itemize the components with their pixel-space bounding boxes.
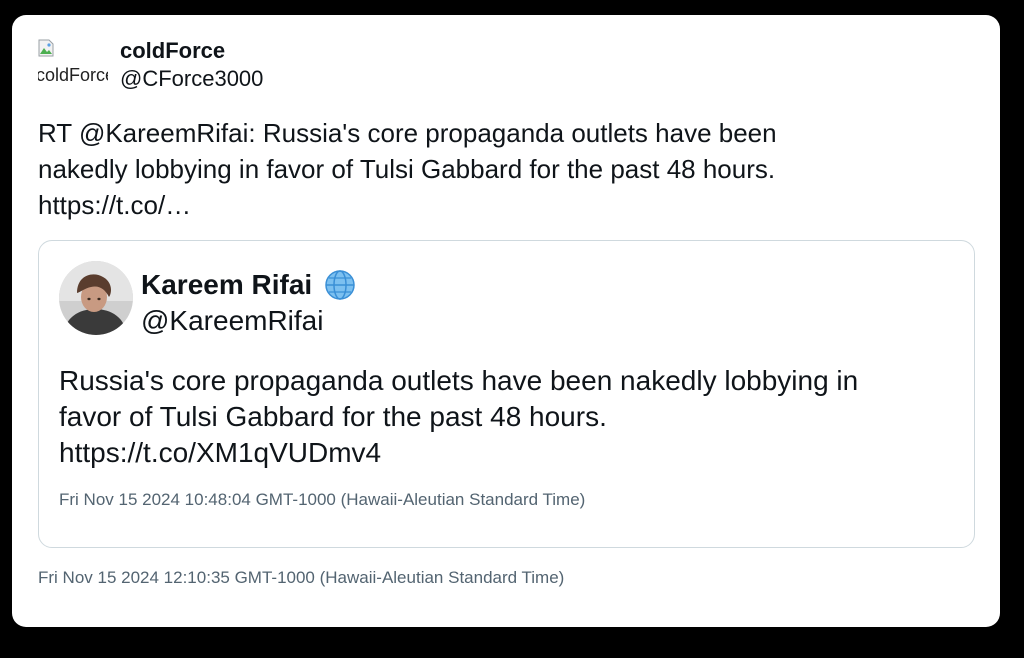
quoted-text: Russia's core propaganda outlets have be…	[59, 363, 959, 471]
tweet-text-line: RT @KareemRifai: Russia's core propagand…	[38, 118, 777, 148]
quoted-display-name[interactable]: Kareem Rifai	[141, 267, 312, 303]
quoted-tweet[interactable]: Kareem Rifai @KareemRifai Russia's core …	[38, 240, 975, 548]
avatar[interactable]: coldForce	[38, 39, 110, 87]
tweet-card: coldForce coldForce @CForce3000 RT @Kare…	[12, 15, 1000, 627]
tweet-text-line: nakedly lobbying in favor of Tulsi Gabba…	[38, 154, 776, 184]
quoted-display-name-row: Kareem Rifai	[141, 267, 356, 303]
quoted-timestamp[interactable]: Fri Nov 15 2024 10:48:04 GMT-1000 (Hawai…	[59, 489, 585, 511]
quoted-link[interactable]: https://t.co/XM1qVUDmv4	[59, 435, 959, 471]
author-names: coldForce @CForce3000	[120, 37, 263, 93]
quoted-handle[interactable]: @KareemRifai	[141, 303, 356, 339]
tweet-timestamp[interactable]: Fri Nov 15 2024 12:10:35 GMT-1000 (Hawai…	[38, 567, 564, 589]
tweet-link[interactable]: https://t.co/…	[38, 187, 968, 223]
author-display-name[interactable]: coldForce	[120, 37, 263, 65]
broken-image-icon	[38, 39, 54, 57]
quoted-text-line: favor of Tulsi Gabbard for the past 48 h…	[59, 401, 607, 432]
globe-icon	[325, 270, 355, 300]
author-handle[interactable]: @CForce3000	[120, 65, 263, 93]
avatar-alt-text: coldForce	[38, 65, 108, 85]
quoted-text-line: Russia's core propaganda outlets have be…	[59, 365, 859, 396]
tweet-text: RT @KareemRifai: Russia's core propagand…	[38, 115, 968, 223]
quoted-author-names: Kareem Rifai @KareemRifai	[141, 267, 356, 339]
quoted-avatar[interactable]	[59, 261, 133, 335]
person-photo-icon	[59, 261, 133, 335]
